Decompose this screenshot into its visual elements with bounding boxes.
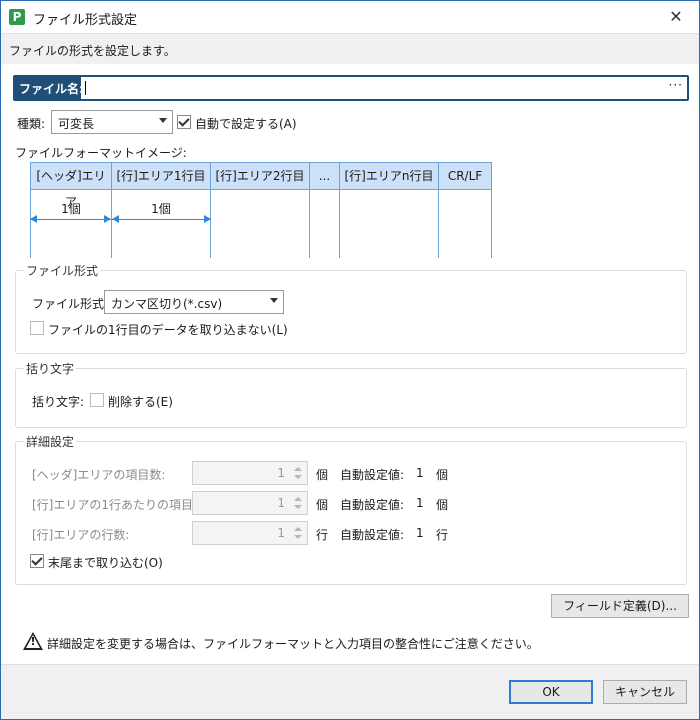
diagram-divider <box>210 190 211 258</box>
row-count-unit: 行 <box>316 528 329 542</box>
row-count-auto-label: 自動設定値: <box>340 528 405 542</box>
header-auto-unit: 個 <box>436 468 449 482</box>
diagram-cell-header: [ヘッダ]エリア <box>30 162 112 209</box>
ok-button[interactable]: OK <box>509 680 593 704</box>
diagram-divider <box>339 190 340 258</box>
import-to-end-label[interactable]: 末尾まで取り込む(O) <box>48 554 163 571</box>
diagram-cell-crlf: CR/LF <box>438 162 492 190</box>
spin-down-icon[interactable] <box>294 535 302 539</box>
type-label: 種類: <box>17 117 46 131</box>
row-item-count-unit: 個 <box>316 498 329 512</box>
chevron-down-icon <box>270 298 278 303</box>
delete-enclosure-checkbox[interactable] <box>90 393 104 407</box>
header-auto-label: 自動設定値: <box>340 468 405 482</box>
file-format-label: ファイル形式: <box>32 297 109 311</box>
double-arrow-icon <box>112 215 211 223</box>
row-item-count-stepper[interactable]: 1 <box>192 491 308 515</box>
detail-settings-legend: 詳細設定 <box>24 433 77 450</box>
dialog-content: ファイル名: ··· 種類: 可変長 自動で設定する(A) ファイルフォーマット… <box>1 64 699 664</box>
file-name-label: ファイル名: <box>19 82 84 96</box>
row-count-auto-unit: 行 <box>436 528 449 542</box>
text-caret <box>85 81 86 95</box>
header-item-count-unit: 個 <box>316 468 329 482</box>
skip-first-line-label[interactable]: ファイルの1行目のデータを取り込まない(L) <box>48 321 288 338</box>
header-auto-value: 1 <box>416 466 424 480</box>
row-item-count-label: [行]エリアの1行あたりの項目数: <box>32 498 210 512</box>
row-auto-unit: 個 <box>436 498 449 512</box>
dialog-window: P ファイル形式設定 ✕ ファイルの形式を設定します。 ファイル名: ··· 種… <box>0 0 700 720</box>
diagram-cell-row1: [行]エリア1行目 <box>111 162 211 190</box>
row-count-label: [行]エリアの行数: <box>32 528 130 542</box>
chevron-down-icon <box>159 118 167 123</box>
spin-down-icon[interactable] <box>294 475 302 479</box>
title-bar: P ファイル形式設定 ✕ <box>1 1 699 33</box>
header-item-count-value: 1 <box>277 466 285 480</box>
row-count-stepper[interactable]: 1 <box>192 521 308 545</box>
row-item-count-value: 1 <box>277 496 285 510</box>
diagram-divider <box>309 190 310 258</box>
header-item-count-label: [ヘッダ]エリアの項目数: <box>32 468 166 482</box>
diagram-cell-ellipsis: ... <box>309 162 340 190</box>
format-image-label: ファイルフォーマットイメージ: <box>15 146 187 160</box>
file-name-row: ファイル名: ··· <box>13 75 689 101</box>
file-format-dropdown[interactable]: カンマ区切り(*.csv) <box>104 290 284 314</box>
auto-set-checkbox[interactable] <box>177 115 191 129</box>
diagram-cell-row2: [行]エリア2行目 <box>210 162 310 190</box>
warning-text: 詳細設定を変更する場合は、ファイルフォーマットと入力項目の整合性にご注意ください… <box>47 637 539 651</box>
spin-up-icon[interactable] <box>294 497 302 501</box>
header-item-count-stepper[interactable]: 1 <box>192 461 308 485</box>
import-to-end-checkbox[interactable] <box>30 554 44 568</box>
browse-button[interactable]: ··· <box>669 78 683 92</box>
row-count: 1個 <box>151 202 171 216</box>
spin-up-icon[interactable] <box>294 467 302 471</box>
field-definition-button[interactable]: フィールド定義(D)... <box>551 594 689 618</box>
file-format-legend: ファイル形式 <box>24 262 101 279</box>
enclosure-legend: 括り文字 <box>24 360 77 377</box>
type-dropdown-value: 可変長 <box>58 117 95 131</box>
warning-exclamation-icon: ! <box>30 635 36 648</box>
header-count: 1個 <box>61 202 81 216</box>
diagram-divider <box>491 190 492 258</box>
close-button[interactable]: ✕ <box>653 1 699 33</box>
delete-enclosure-label[interactable]: 削除する(E) <box>108 393 173 410</box>
row-auto-label: 自動設定値: <box>340 498 405 512</box>
subtitle-text: ファイルの形式を設定します。 <box>9 44 176 58</box>
enclosure-label: 括り文字: <box>32 395 85 409</box>
skip-first-line-checkbox[interactable] <box>30 321 44 335</box>
diagram-cell-rown: [行]エリアn行目 <box>339 162 439 190</box>
row-count-value: 1 <box>277 526 285 540</box>
file-format-dropdown-value: カンマ区切り(*.csv) <box>111 297 223 311</box>
spin-up-icon[interactable] <box>294 527 302 531</box>
row-count-auto-value: 1 <box>416 526 424 540</box>
detail-settings-group: 詳細設定 [ヘッダ]エリアの項目数: 1 個 自動設定値: 1 個 [行]エリア… <box>15 433 687 585</box>
type-dropdown[interactable]: 可変長 <box>51 110 173 134</box>
spin-down-icon[interactable] <box>294 505 302 509</box>
file-name-input[interactable]: ··· <box>81 77 687 99</box>
cancel-button[interactable]: キャンセル <box>603 680 687 704</box>
subtitle-bar: ファイルの形式を設定します。 <box>1 33 699 65</box>
enclosure-group: 括り文字 括り文字: 削除する(E) <box>15 360 687 428</box>
file-format-group: ファイル形式 ファイル形式: カンマ区切り(*.csv) ファイルの1行目のデー… <box>15 262 687 354</box>
window-title: ファイル形式設定 <box>33 13 138 28</box>
dialog-footer: OK キャンセル <box>1 664 699 719</box>
double-arrow-icon <box>30 215 111 223</box>
diagram-divider <box>438 190 439 258</box>
row-auto-value: 1 <box>416 496 424 510</box>
app-icon: P <box>9 9 25 25</box>
auto-set-label[interactable]: 自動で設定する(A) <box>195 115 297 132</box>
